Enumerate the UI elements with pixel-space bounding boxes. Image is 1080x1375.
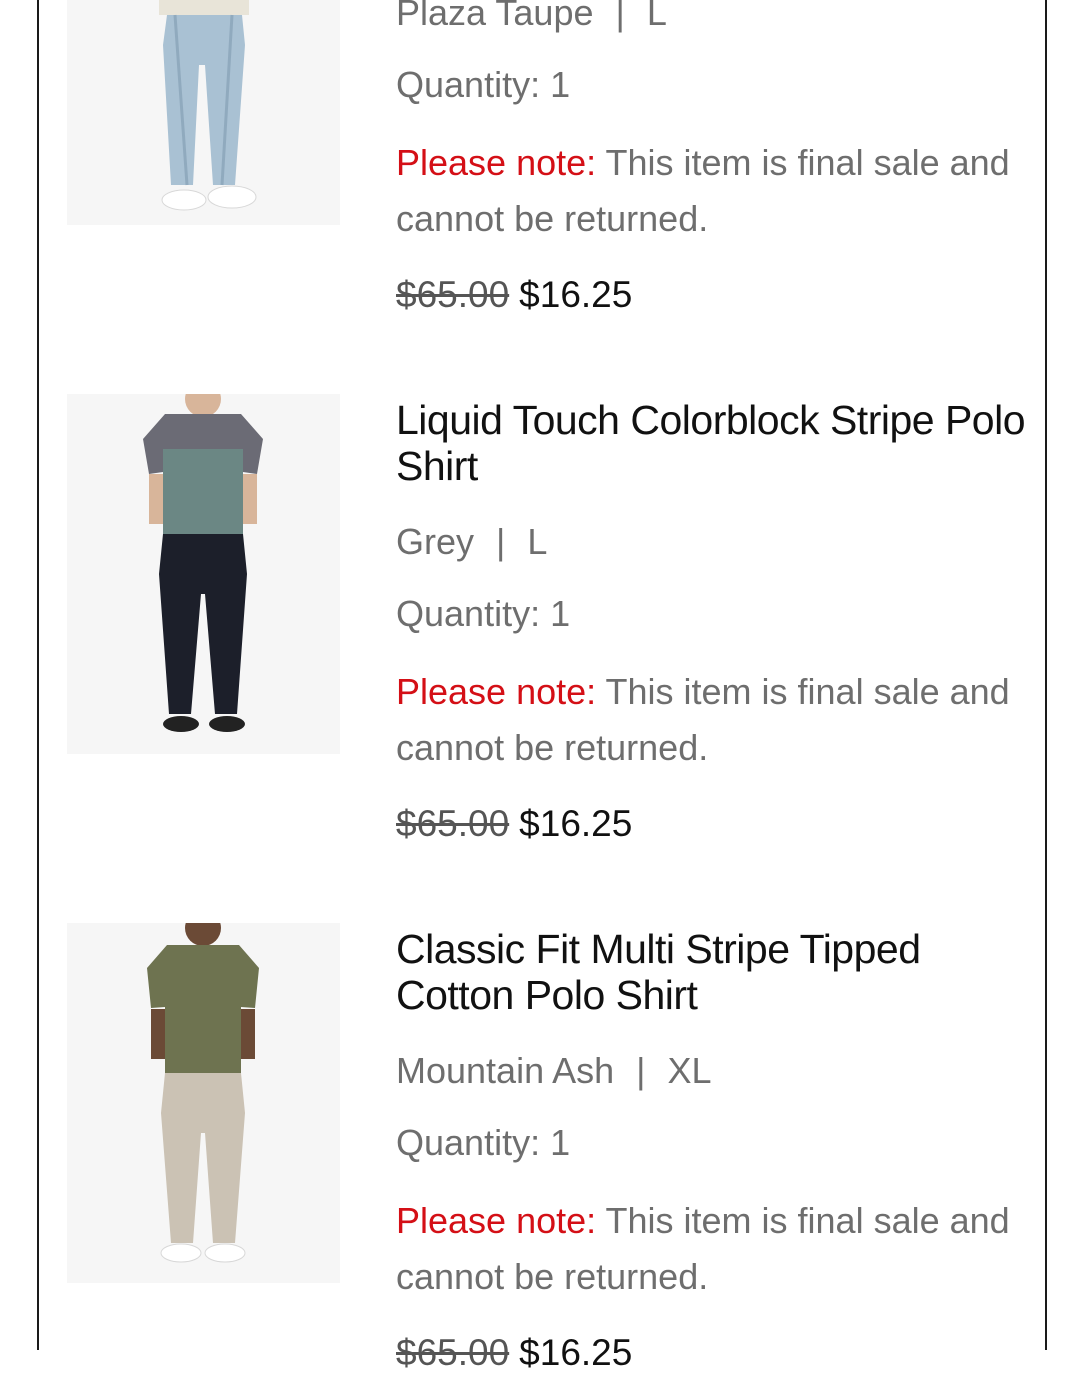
- product-title[interactable]: Classic Fit Multi Stripe Tipped Cotton P…: [396, 926, 1036, 1018]
- variant-separator: |: [615, 0, 625, 33]
- variant-color: Grey: [396, 521, 475, 562]
- product-photo-olive-polo: [67, 923, 340, 1283]
- product-variant: Grey | L: [396, 522, 547, 562]
- product-photo-grey-polo: [67, 394, 340, 754]
- original-price: $65.00: [396, 803, 510, 844]
- variant-size: L: [527, 521, 548, 562]
- final-sale-note: Please note: This item is final sale and…: [396, 1193, 1026, 1305]
- variant-size: XL: [667, 1050, 712, 1091]
- note-label: Please note:: [396, 1200, 597, 1241]
- product-title[interactable]: Liquid Touch Colorblock Stripe Polo Shir…: [396, 397, 1036, 489]
- final-sale-note: Please note: This item is final sale and…: [396, 664, 1026, 776]
- final-sale-note: Please note: This item is final sale and…: [396, 135, 1026, 247]
- order-items-panel: Plaza Taupe | L Quantity: 1 Please note: T…: [37, 0, 1047, 1373]
- note-label: Please note:: [396, 671, 597, 712]
- quantity-text: Quantity: 1: [396, 64, 571, 105]
- sale-price: $16.25: [519, 1332, 633, 1373]
- sale-price: $16.25: [519, 803, 633, 844]
- price: $65.00 $16.25: [396, 1331, 632, 1375]
- price: $65.00 $16.25: [396, 273, 632, 317]
- note-label: Please note:: [396, 142, 597, 183]
- product-variant: Plaza Taupe | L: [396, 0, 667, 33]
- variant-separator: |: [636, 1050, 646, 1091]
- variant-separator: |: [496, 521, 506, 562]
- product-variant: Mountain Ash | XL: [396, 1051, 712, 1091]
- variant-color: Plaza Taupe: [396, 0, 594, 33]
- product-image[interactable]: [67, 394, 340, 754]
- quantity-text: Quantity: 1: [396, 593, 571, 634]
- original-price: $65.00: [396, 274, 510, 315]
- quantity-text: Quantity: 1: [396, 1122, 571, 1163]
- product-image[interactable]: [67, 923, 340, 1283]
- product-image[interactable]: [67, 0, 340, 225]
- price: $65.00 $16.25: [396, 802, 632, 846]
- original-price: $65.00: [396, 1332, 510, 1373]
- variant-color: Mountain Ash: [396, 1050, 615, 1091]
- variant-size: L: [646, 0, 667, 33]
- sale-price: $16.25: [519, 274, 633, 315]
- product-photo-jeans: [67, 0, 340, 225]
